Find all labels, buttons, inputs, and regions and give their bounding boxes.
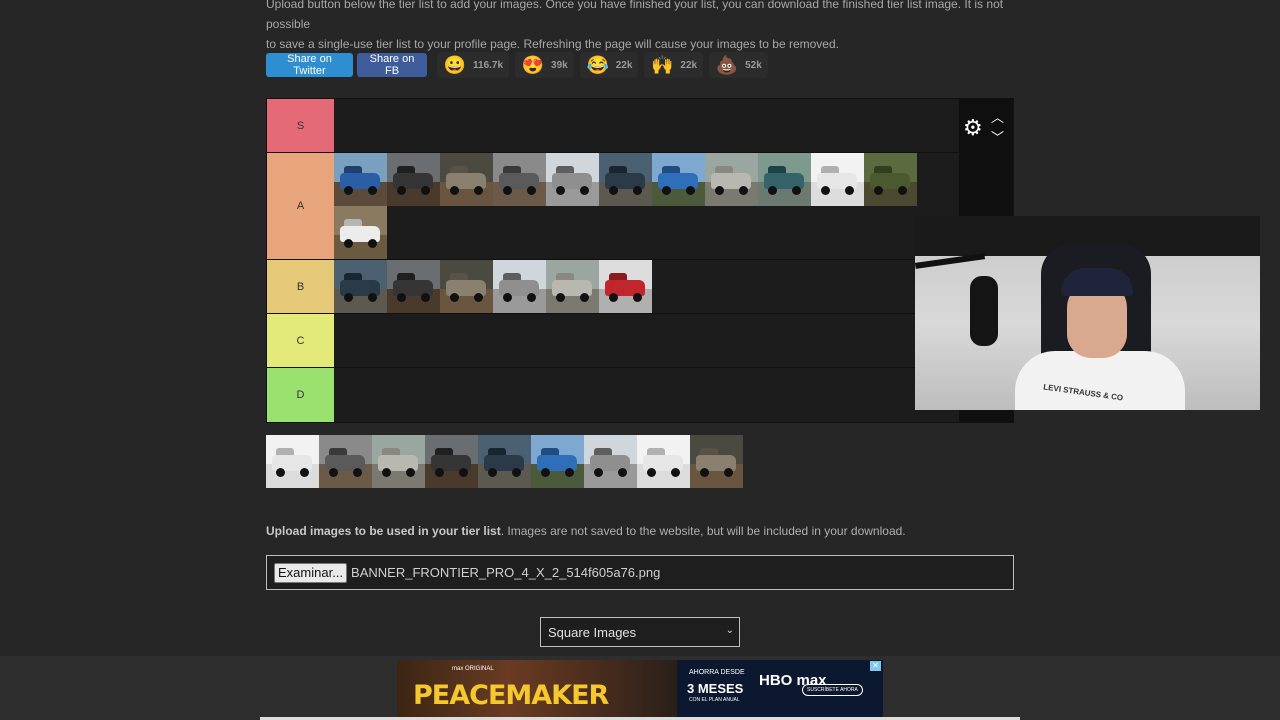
unranked-image-pool[interactable] (266, 435, 743, 488)
truck-thumbnail[interactable] (319, 435, 372, 488)
truck-thumbnail[interactable] (372, 435, 425, 488)
tier-items-a[interactable] (334, 153, 959, 259)
chevron-up-icon[interactable]: ︿ (991, 107, 1004, 126)
reaction-count: 116.7k (473, 59, 504, 71)
truck-thumbnail[interactable] (599, 260, 652, 313)
truck-thumbnail[interactable] (334, 206, 387, 259)
tier-row-b: B (267, 260, 1013, 314)
share-row: Share on Twitter Share on FB 😀 116.7k 😍 … (266, 52, 768, 78)
upload-instructions-rest: . Images are not saved to the website, b… (500, 524, 906, 538)
truck-thumbnail[interactable] (599, 153, 652, 206)
tier-list-page: Upload button below the tier list to add… (0, 0, 1280, 720)
truck-thumbnail[interactable] (493, 153, 546, 206)
instructions-line-1: Upload button below the tier list to add… (266, 0, 1004, 31)
truck-thumbnail[interactable] (652, 153, 705, 206)
ad-cta-button[interactable]: SUSCRÍBETE AHORA (802, 684, 863, 696)
browse-button[interactable]: Examinar... (274, 562, 348, 583)
truck-thumbnail[interactable] (758, 153, 811, 206)
reaction-count: 39k (551, 59, 568, 71)
upload-instructions-bold: Upload images to be used in your tier li… (266, 524, 501, 538)
truck-thumbnail[interactable] (531, 435, 584, 488)
image-shape-select[interactable]: Square Images ⌄ (540, 617, 740, 647)
truck-thumbnail[interactable] (440, 153, 493, 206)
tier-items-s[interactable] (334, 99, 959, 152)
share-twitter-button[interactable]: Share on Twitter (266, 53, 353, 77)
heart-eyes-emoji-icon: 😍 (521, 54, 545, 75)
poop-emoji-icon: 💩 (715, 54, 739, 75)
truck-thumbnail[interactable] (546, 260, 599, 313)
ad-since-text: AHORRA DESDE (689, 669, 745, 676)
truck-thumbnail[interactable] (493, 260, 546, 313)
truck-thumbnail[interactable] (811, 153, 864, 206)
reaction-poop[interactable]: 💩 52k (709, 52, 768, 78)
truck-thumbnail[interactable] (584, 435, 637, 488)
reaction-raised-hands[interactable]: 🙌 22k (644, 52, 704, 78)
reaction-count: 22k (615, 59, 633, 71)
ad-close-icon[interactable]: ✕ (870, 661, 881, 671)
person-cap (1061, 268, 1133, 296)
grinning-emoji-icon: 😀 (443, 54, 467, 75)
tier-label-c[interactable]: C (267, 314, 334, 367)
reaction-grinning[interactable]: 😀 116.7k (437, 52, 510, 78)
chevron-down-icon: ⌄ (725, 625, 734, 636)
raised-hands-emoji-icon: 🙌 (651, 54, 674, 75)
tier-controls-s: ⚙ ︿ ﹀ (959, 99, 1013, 152)
tier-row-s: S ⚙ ︿ ﹀ (267, 99, 1013, 153)
truck-thumbnail[interactable] (387, 153, 440, 206)
truck-thumbnail[interactable] (334, 260, 387, 313)
person-shirt (1015, 351, 1185, 410)
reaction-count: 52k (745, 59, 762, 71)
truck-thumbnail[interactable] (334, 153, 387, 206)
chevron-down-icon[interactable]: ﹀ (991, 127, 1004, 146)
tier-row-c: C (267, 314, 1013, 368)
instructions-text: Upload button below the tier list to add… (266, 0, 1016, 54)
reaction-count: 22k (680, 59, 698, 71)
truck-thumbnail[interactable] (637, 435, 690, 488)
microphone-icon (970, 276, 998, 346)
truck-thumbnail[interactable] (478, 435, 531, 488)
tier-row-a: A ⚙ ︿ (267, 153, 1013, 274)
truck-thumbnail[interactable] (266, 435, 319, 488)
tier-items-b[interactable] (334, 260, 959, 313)
tier-label-s[interactable]: S (267, 99, 334, 152)
share-fb-button[interactable]: Share on FB (357, 53, 427, 77)
truck-thumbnail[interactable] (864, 153, 917, 206)
instructions-line-2: to save a single-use tier list to your p… (266, 37, 839, 51)
tier-label-b[interactable]: B (267, 260, 334, 313)
ad-small-text: max ORIGINAL (452, 666, 494, 672)
truck-thumbnail[interactable] (546, 153, 599, 206)
gear-icon[interactable]: ⚙ (963, 115, 983, 141)
file-upload-input[interactable]: Examinar... BANNER_FRONTIER_PRO_4_X_2_51… (266, 555, 1014, 590)
ad-title: PEACEMAKER (413, 680, 609, 711)
truck-thumbnail[interactable] (425, 435, 478, 488)
webcam-overlay: LEVI STRAUSS & CO (915, 216, 1260, 410)
selected-file-name: BANNER_FRONTIER_PRO_4_X_2_514f605a76.png (351, 565, 661, 580)
reaction-laughing[interactable]: 😂 22k (579, 52, 639, 78)
truck-thumbnail[interactable] (690, 435, 743, 488)
tier-items-d[interactable] (334, 368, 959, 422)
tier-table: S ⚙ ︿ ﹀ A ⚙ ︿ B C D (266, 98, 1014, 423)
ad-banner[interactable]: max ORIGINAL PEACEMAKER AHORRA DESDE 3 M… (397, 660, 883, 718)
upload-instructions: Upload images to be used in your tier li… (266, 524, 906, 538)
ad-months-text: 3 MESES (687, 681, 744, 696)
tier-label-a[interactable]: A (267, 153, 334, 259)
laughing-emoji-icon: 😂 (586, 54, 609, 75)
reaction-heart-eyes[interactable]: 😍 39k (515, 52, 574, 78)
ad-left-panel: max ORIGINAL PEACEMAKER (397, 660, 677, 718)
truck-thumbnail[interactable] (440, 260, 493, 313)
tier-items-c[interactable] (334, 314, 959, 367)
truck-thumbnail[interactable] (387, 260, 440, 313)
select-value: Square Images (548, 624, 637, 640)
ad-plan-text: CON EL PLAN ANUAL (689, 697, 740, 703)
ad-right-panel: AHORRA DESDE 3 MESES CON EL PLAN ANUAL H… (677, 660, 883, 718)
tier-label-d[interactable]: D (267, 368, 334, 422)
truck-thumbnail[interactable] (705, 153, 758, 206)
tier-row-d: D (267, 368, 1013, 422)
